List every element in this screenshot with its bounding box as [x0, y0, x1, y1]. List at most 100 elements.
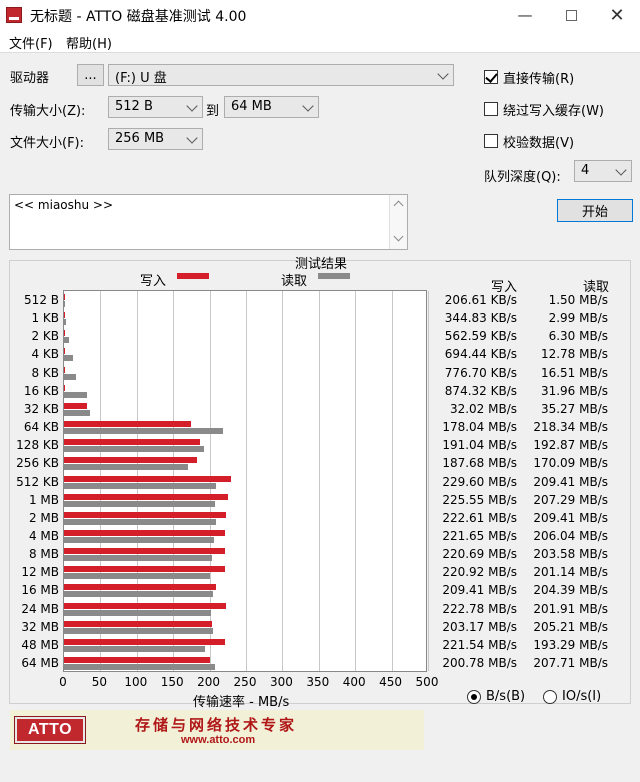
gridline: [428, 291, 429, 671]
read-bar: [64, 355, 74, 362]
legend-write-swatch: [177, 273, 209, 279]
window-title: 无标题 - ATTO 磁盘基准测试 4.00: [30, 9, 247, 25]
queue-depth-value: 4: [581, 163, 590, 178]
read-value: 207.71 MB/s: [533, 656, 608, 670]
transfer-from-select[interactable]: 512 B: [108, 96, 203, 118]
write-value: 222.61 MB/s: [442, 510, 517, 525]
x-tick-label: 400: [342, 675, 366, 689]
io-per-sec-label[interactable]: IO/s(I): [562, 689, 601, 704]
chevron-down-icon: [186, 132, 198, 144]
read-value: 209.41 MB/s: [533, 474, 608, 489]
x-tick-label: 50: [91, 675, 108, 689]
write-value: 220.69 MB/s: [442, 547, 517, 562]
verify-label[interactable]: 校验数据(V): [503, 132, 574, 151]
minimize-button[interactable]: —: [502, 0, 548, 30]
direct-io-checkbox[interactable]: [484, 70, 498, 84]
io-per-sec-radio[interactable]: [543, 690, 557, 704]
x-tick-label: 150: [160, 675, 184, 689]
app-icon: [6, 7, 22, 23]
read-bar: [64, 319, 67, 326]
transfer-to-select[interactable]: 64 MB: [224, 96, 319, 118]
queue-depth-select[interactable]: 4: [574, 160, 632, 182]
read-value: 16.51 MB/s: [540, 365, 608, 380]
y-tick-label: 24 MB: [21, 601, 59, 616]
description-scrollbar[interactable]: [389, 195, 407, 249]
gridline: [246, 291, 247, 671]
gridline: [282, 291, 284, 671]
y-tick-label: 2 MB: [28, 510, 59, 525]
write-bar: [64, 366, 65, 373]
bypass-cache-label[interactable]: 绕过写入缓存(W): [503, 100, 604, 119]
chevron-down-icon: [437, 68, 449, 80]
chevron-down-icon: [393, 231, 404, 242]
y-tick-label: 64 KB: [23, 420, 59, 435]
verify-checkbox[interactable]: [484, 134, 498, 148]
file-size-select[interactable]: 256 MB: [108, 128, 203, 150]
browse-button[interactable]: ...: [77, 64, 104, 86]
write-value: 220.92 MB/s: [442, 565, 517, 580]
drive-select[interactable]: (F:) U 盘: [108, 64, 454, 86]
description-text: << miaoshu >>: [14, 198, 114, 212]
read-bar: [64, 373, 77, 380]
x-tick-label: 100: [124, 675, 148, 689]
read-bar: [64, 591, 213, 598]
bytes-per-sec-label[interactable]: B/s(B): [486, 689, 525, 704]
y-tick-label: 8 MB: [28, 547, 59, 562]
write-bar: [64, 584, 217, 591]
title-bar: 无标题 - ATTO 磁盘基准测试 4.00 — ✕: [0, 0, 640, 30]
menu-help[interactable]: 帮助(H): [66, 33, 112, 52]
gridline: [318, 291, 320, 671]
y-tick-label: 12 MB: [21, 565, 59, 580]
drive-value: (F:) U 盘: [115, 71, 167, 86]
read-bar: [64, 573, 211, 580]
start-button[interactable]: 开始: [557, 199, 633, 222]
write-value: 178.04 MB/s: [442, 420, 517, 435]
read-value: 205.21 MB/s: [533, 619, 608, 634]
read-bar: [64, 500, 215, 507]
chevron-down-icon: [302, 100, 314, 112]
banner-url: www.atto.com: [181, 734, 256, 746]
read-bar: [64, 301, 66, 307]
write-bar: [64, 638, 226, 645]
atto-banner[interactable]: ATTO 存储与网络技术专家 www.atto.com: [10, 710, 424, 750]
chevron-down-icon: [186, 100, 198, 112]
menu-file[interactable]: 文件(F): [9, 33, 53, 52]
to-label: 到: [206, 104, 220, 119]
read-value: 209.41 MB/s: [533, 510, 608, 525]
maximize-button[interactable]: [548, 0, 594, 30]
transfer-from-value: 512 B: [115, 99, 153, 114]
write-value: 203.17 MB/s: [442, 619, 517, 634]
description-input[interactable]: << miaoshu >>: [9, 194, 408, 250]
y-tick-label: 64 MB: [21, 656, 59, 670]
read-bar: [64, 446, 205, 453]
direct-io-label[interactable]: 直接传输(R): [503, 68, 574, 87]
maximize-icon: [565, 9, 577, 21]
write-bar: [64, 620, 212, 627]
read-value: 31.96 MB/s: [540, 383, 608, 398]
atto-logo: ATTO: [14, 716, 86, 744]
write-bar: [64, 457, 198, 464]
close-button[interactable]: ✕: [594, 0, 640, 30]
bypass-cache-checkbox[interactable]: [484, 102, 498, 116]
banner-slogan: 存储与网络技术专家: [135, 716, 298, 734]
read-bar: [64, 518, 217, 525]
write-value: 32.02 MB/s: [449, 401, 517, 416]
write-bar: [64, 602, 227, 609]
x-tick-label: 0: [59, 675, 67, 689]
y-tick-label: 512 KB: [16, 474, 59, 489]
read-value: 207.29 MB/s: [533, 492, 608, 507]
read-value: 206.04 MB/s: [533, 528, 608, 543]
write-bar: [64, 402, 87, 409]
read-value: 201.14 MB/s: [533, 565, 608, 580]
read-bar: [64, 337, 69, 344]
write-bar: [64, 529, 226, 536]
read-bar: [64, 664, 216, 670]
write-value: 187.68 MB/s: [442, 456, 517, 471]
file-size-value: 256 MB: [115, 131, 165, 146]
write-value: 222.78 MB/s: [442, 601, 517, 616]
bytes-per-sec-radio[interactable]: [467, 690, 481, 704]
x-tick-label: 350: [306, 675, 330, 689]
read-value: 12.78 MB/s: [540, 347, 608, 362]
y-tick-label: 256 KB: [16, 456, 59, 471]
write-bar: [64, 384, 65, 391]
